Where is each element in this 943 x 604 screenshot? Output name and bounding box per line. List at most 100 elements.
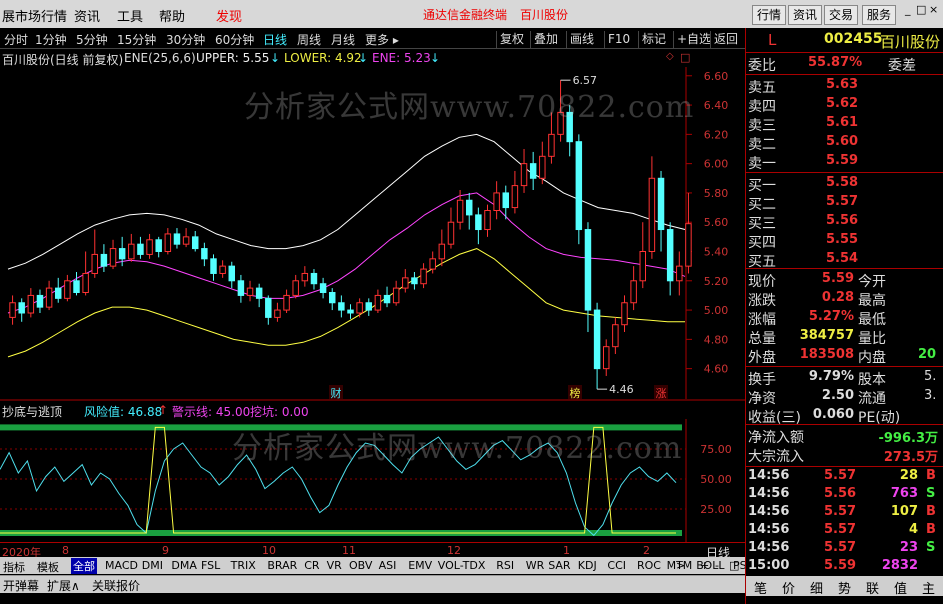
close-icon[interactable]: × [929,3,938,16]
candle-body [685,223,692,267]
indicator-tab[interactable]: DMI [142,559,163,572]
menu-tools[interactable]: 工具 [117,6,143,25]
stat-value: 3. [924,388,937,403]
quote-tab[interactable]: 价 [782,578,795,597]
indicator-tab[interactable]: CR [304,559,319,572]
period-tab[interactable]: 分时 [4,31,28,48]
indicator-tab[interactable]: 指标 [3,559,25,575]
level-label: 买二 [748,197,776,213]
quote-tab[interactable]: 细 [810,578,823,597]
y-tick-label: 5.80 [704,187,729,200]
minimize-icon[interactable]: _ [905,3,911,16]
indicator-tab[interactable]: ASI [379,559,397,572]
buy-level-row[interactable]: 买三 5.56 [746,212,943,232]
indicator-tab[interactable]: TRIX [231,559,256,572]
indicator-tab[interactable]: FSL [201,559,220,572]
indicator-tab[interactable]: VOL-TDX [438,559,486,572]
indicator-nav-icon[interactable]: + [700,559,709,572]
indicator-tab[interactable]: ROC [637,559,661,572]
indicator-tab[interactable]: BRAR [267,559,297,572]
quote-tab[interactable]: 值 [894,578,907,597]
level-price: 5.57 [826,194,859,209]
indicator-tab[interactable]: MACD [105,559,138,572]
sell-level-row[interactable]: 卖一 5.59 [746,152,943,172]
stat-row: 总量 384757 量比 [746,327,943,347]
indicator-tab[interactable]: OBV [349,559,372,572]
indicator-nav-icon[interactable]: □ [729,559,739,572]
buy-level-row[interactable]: 买四 5.55 [746,231,943,251]
tool-button[interactable]: F10 [604,31,633,48]
indicator-tab[interactable]: VR [327,559,342,572]
tool-button[interactable]: +自选 [673,31,714,48]
sell-level-row[interactable]: 卖四 5.62 [746,95,943,115]
candle-body [529,163,537,179]
quote-tab[interactable]: 联 [866,578,879,597]
indicator-tab[interactable]: RSI [496,559,514,572]
indicator-tab[interactable]: DMA [171,559,197,572]
period-more[interactable]: 更多 ▸ [365,31,399,48]
stat-label: 股本 [858,372,886,388]
tool-button[interactable]: 复权 [496,31,527,48]
menu-discover[interactable]: 发现 [216,6,242,25]
period-tab-selected[interactable]: 日线 [263,31,287,48]
news-button[interactable]: 资讯 [788,5,823,25]
indicator-tab[interactable]: SAR [548,559,570,572]
tool-button[interactable]: 返回 [710,31,741,48]
quote-tab[interactable]: 势 [838,578,851,597]
indicator-tab[interactable]: KDJ [578,559,597,572]
period-tab[interactable]: 1分钟 [35,31,67,48]
panel-icon[interactable]: □ [680,51,690,64]
indicator-nav-icon[interactable]: - [715,559,719,572]
y-tick-label: 5.40 [704,246,729,259]
indicator-tab[interactable]: WR [526,559,545,572]
period-tab[interactable]: 周线 [297,31,321,48]
candle-body [584,229,592,311]
period-tab[interactable]: 60分钟 [215,31,254,48]
sell-level-row[interactable]: 卖五 5.63 [746,76,943,96]
buy-level-row[interactable]: 买二 5.57 [746,193,943,213]
danmaku-button[interactable]: 开弹幕 [3,577,39,594]
trade-button[interactable]: 交易 [824,5,859,25]
expand-button[interactable]: 扩展∧ [47,577,80,594]
tool-button[interactable]: 画线 [566,31,597,48]
candle-body [82,272,89,293]
period-tab[interactable]: 15分钟 [117,31,156,48]
indicator-nav-icon[interactable]: > [676,559,685,572]
period-tab[interactable]: 5分钟 [76,31,108,48]
tool-button[interactable]: 标记 [638,31,669,48]
candle-body [292,280,299,296]
candle-body [319,283,327,293]
period-tab[interactable]: 30分钟 [166,31,205,48]
tick-price: 5.57 [824,504,857,519]
tick-volume: 28 [899,468,918,483]
down-arrow-icon: ↓ [270,51,281,65]
diamond-icon[interactable]: ◇ [666,51,674,62]
quote-tab[interactable]: 笔 [754,578,767,597]
indicator-tab[interactable]: EMV [408,559,432,572]
menu-help[interactable]: 帮助 [159,6,185,25]
sell-level-row[interactable]: 卖三 5.61 [746,114,943,134]
sell-level-row[interactable]: 卖二 5.60 [746,133,943,153]
candle-body [612,324,619,348]
fund-flow-row: 净流入额 -996.3万 [746,426,943,446]
service-button[interactable]: 服务 [862,5,897,25]
menu-market[interactable]: 展市场行情 [2,6,67,25]
maximize-icon[interactable]: □ [916,3,926,16]
period-tab[interactable]: 月线 [331,31,355,48]
buy-level-row[interactable]: 买五 5.54 [746,250,943,270]
tool-button[interactable]: 叠加 [530,31,561,48]
indicator-tab[interactable]: CCI [607,559,626,572]
candle-body [246,287,254,296]
quote-button[interactable]: 行情 [752,5,787,25]
candle-body [621,302,628,326]
tick-row: 14:56 5.57 28 B [746,468,943,486]
y-tick-label: 4.60 [704,363,729,376]
indicator-tab[interactable]: 全部 [71,558,97,574]
indicator-tab[interactable]: 模板 [37,559,59,575]
menu-news[interactable]: 资讯 [74,6,100,25]
related-quote-button[interactable]: 关联报价 [92,577,140,594]
quote-tab[interactable]: 主 [922,578,935,597]
candle-body [383,294,391,304]
buy-level-row[interactable]: 买一 5.58 [746,174,943,194]
y-tick-label: 6.20 [704,128,729,141]
